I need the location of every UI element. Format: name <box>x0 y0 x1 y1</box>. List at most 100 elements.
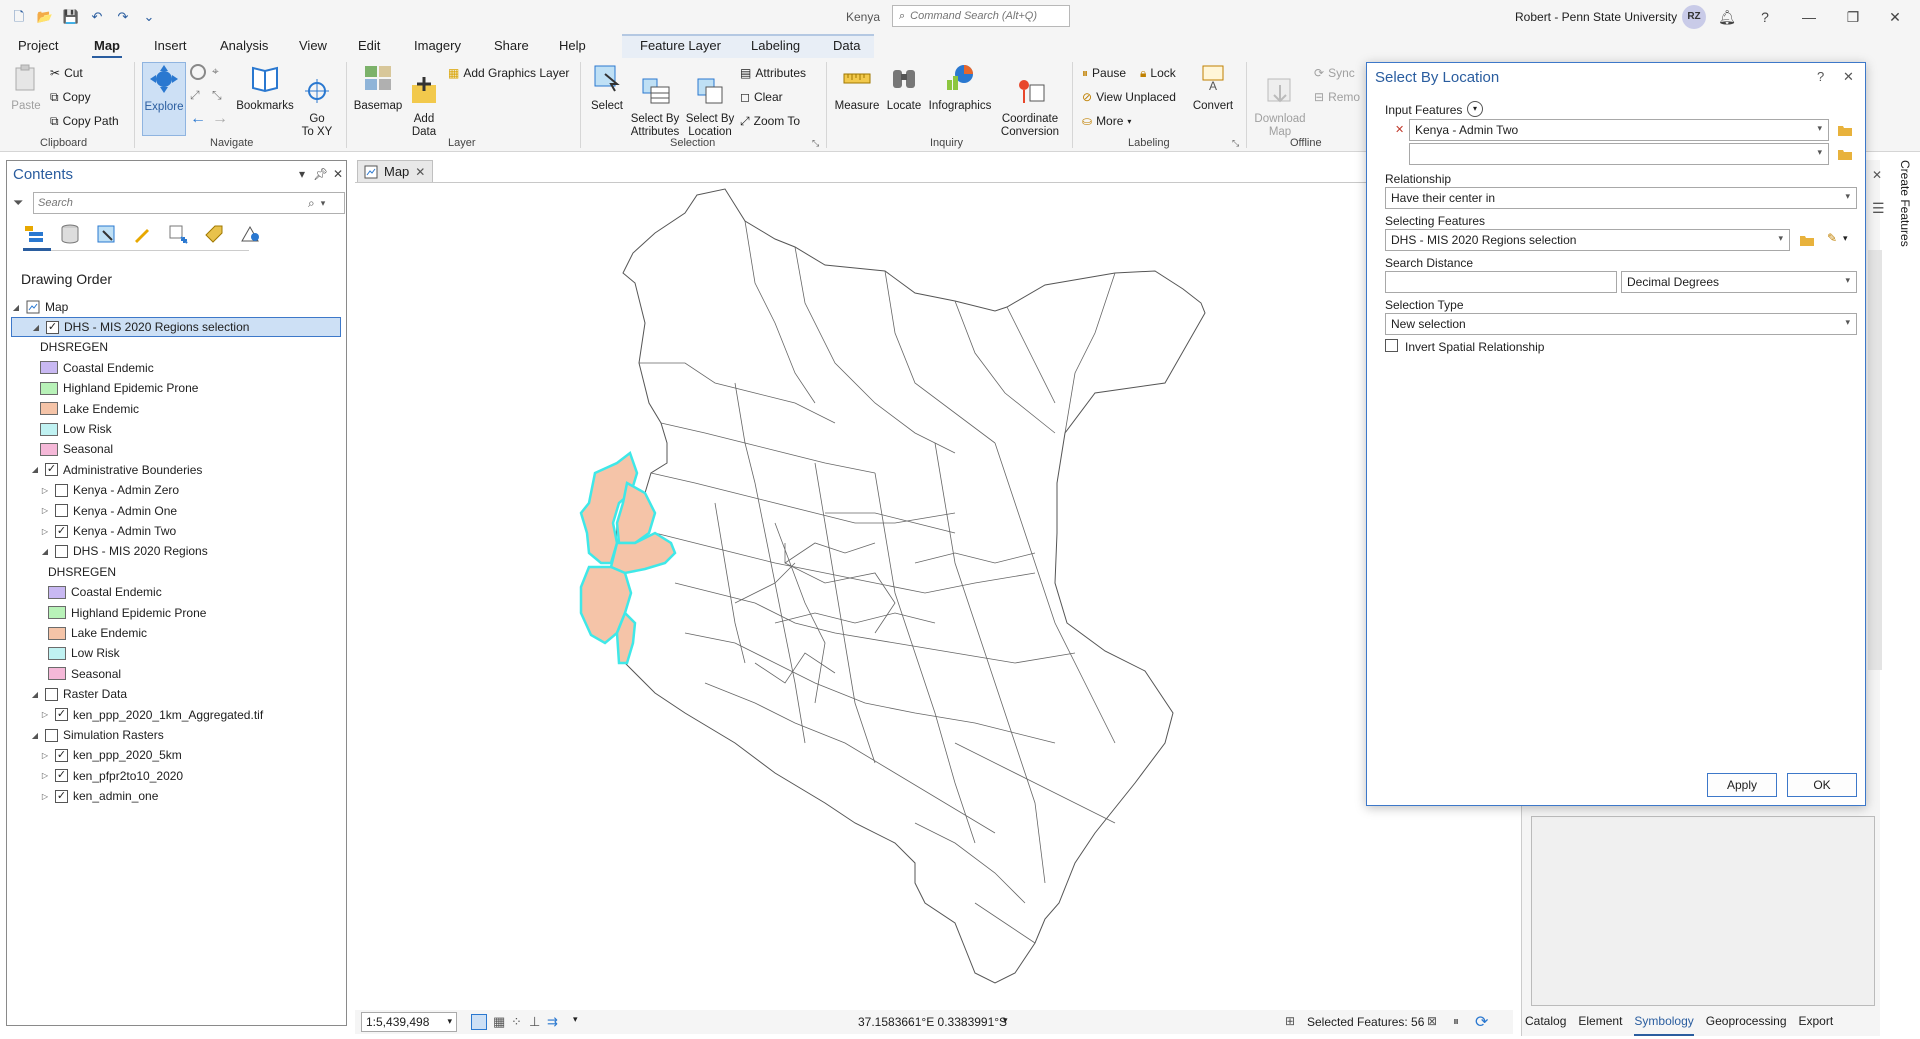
selected-features-count[interactable]: Selected Features: 56 <box>1307 1015 1424 1029</box>
tab-edit[interactable]: Edit <box>356 38 382 58</box>
list-by-source-icon[interactable] <box>59 223 81 245</box>
browse-folder-icon[interactable] <box>1799 233 1815 247</box>
layer-item[interactable]: ◢ ✓ Administrative Bounderies <box>11 460 202 480</box>
pane-menu-icon[interactable]: ☰ <box>1872 200 1885 217</box>
add-graphics-layer-button[interactable]: ▦ Add Graphics Layer <box>448 64 569 82</box>
chevron-down-icon[interactable]: ▾ <box>573 1014 578 1025</box>
expand-icon[interactable]: ▷ <box>40 792 50 801</box>
tab-insert[interactable]: Insert <box>152 38 189 58</box>
legend-item[interactable]: Seasonal <box>11 439 113 459</box>
open-project-icon[interactable]: 📂 <box>36 8 54 26</box>
previous-extent-icon[interactable]: ← <box>190 110 206 128</box>
expand-icon[interactable]: ▷ <box>40 751 50 760</box>
measure-button[interactable]: Measure <box>832 62 882 113</box>
list-by-drawing-order-icon[interactable] <box>23 223 45 245</box>
collapse-icon[interactable]: ◢ <box>11 303 21 312</box>
relationship-select[interactable]: Have their center in ▾ <box>1385 187 1857 209</box>
clear-selection-button[interactable]: ◻ Clear <box>740 88 783 106</box>
layer-visibility-checkbox[interactable] <box>45 687 58 701</box>
input-features-select[interactable]: Kenya - Admin Two ▾ <box>1409 119 1829 141</box>
tab-catalog[interactable]: Catalog <box>1525 1014 1566 1036</box>
coordinate-conversion-button[interactable]: Coordinate Conversion <box>998 62 1062 152</box>
remove-button[interactable]: ⊟ Remo <box>1314 88 1360 106</box>
tab-geoprocessing[interactable]: Geoprocessing <box>1706 1014 1787 1036</box>
legend-item[interactable]: Low Risk <box>11 643 120 663</box>
minimize-icon[interactable]: — <box>1798 6 1820 28</box>
go-to-xy-button[interactable]: Go To XY <box>300 62 334 152</box>
tab-export[interactable]: Export <box>1799 1014 1834 1036</box>
kenya-map[interactable] <box>355 183 1513 1007</box>
attributes-button[interactable]: ▤ Attributes <box>740 64 806 82</box>
add-data-button[interactable]: Add Data <box>406 62 442 152</box>
navigation-icon[interactable]: ⇉ <box>547 1014 558 1030</box>
sync-button[interactable]: ⟳ Sync <box>1314 64 1355 82</box>
refresh-icon[interactable]: ⟳ <box>1475 1012 1488 1032</box>
close-window-icon[interactable]: ✕ <box>1884 6 1906 28</box>
tab-data[interactable]: Data <box>831 38 862 58</box>
layer-item[interactable]: ▷ Kenya - Admin One <box>11 501 177 521</box>
search-distance-input[interactable] <box>1385 271 1617 293</box>
legend-item[interactable]: Highland Epidemic Prone <box>11 603 206 623</box>
labeling-options-launcher-icon[interactable]: ⤡ <box>1232 138 1239 149</box>
pause-labeling-button[interactable]: ⏸ Pause <box>1082 64 1126 82</box>
layer-visibility-checkbox[interactable]: ✓ <box>55 769 68 783</box>
bookmarks-button[interactable]: Bookmarks <box>234 62 296 113</box>
list-by-selection-icon[interactable] <box>95 223 117 245</box>
tab-map[interactable]: Map <box>92 38 122 58</box>
layer-item[interactable]: ▷ ✓ ken_ppp_2020_1km_Aggregated.tif <box>11 705 263 725</box>
layer-visibility-checkbox[interactable] <box>55 504 68 518</box>
legend-item[interactable]: Highland Epidemic Prone <box>11 378 198 398</box>
expand-icon[interactable]: ▷ <box>40 506 50 515</box>
command-search-input[interactable] <box>910 10 1051 22</box>
snapping-icon[interactable]: ⁘ <box>511 1014 522 1030</box>
customize-qat-icon[interactable]: ⌄ <box>140 8 158 26</box>
map-view[interactable] <box>355 182 1513 1006</box>
list-by-labeling-icon[interactable] <box>203 223 225 245</box>
fixed-zoom-out-icon[interactable]: ⤡ <box>212 88 222 103</box>
restore-icon[interactable]: ❐ <box>1842 6 1864 28</box>
browse-folder-icon[interactable] <box>1837 147 1853 161</box>
ok-button[interactable]: OK <box>1787 773 1857 797</box>
expand-icon[interactable]: ▷ <box>40 527 50 536</box>
next-extent-icon[interactable]: → <box>212 110 228 128</box>
browse-folder-icon[interactable] <box>1837 123 1853 137</box>
tab-help[interactable]: Help <box>557 38 588 58</box>
redo-icon[interactable]: ↷ <box>114 8 132 26</box>
layer-visibility-checkbox[interactable]: ✓ <box>45 463 58 477</box>
layer-visibility-checkbox[interactable]: ✓ <box>55 748 68 762</box>
tab-project[interactable]: Project <box>16 38 60 58</box>
view-unplaced-button[interactable]: ⊘ View Unplaced <box>1082 88 1176 106</box>
chevron-down-circle-icon[interactable]: ▾ <box>1467 101 1483 117</box>
draw-status-icon[interactable]: ⊠ <box>1427 1014 1437 1028</box>
layer-item[interactable]: ◢ Simulation Rasters <box>11 725 164 745</box>
help-icon[interactable]: ? <box>1817 69 1824 84</box>
layer-item[interactable]: ▷ Kenya - Admin Zero <box>11 480 179 500</box>
tab-symbology[interactable]: Symbology <box>1634 1014 1694 1036</box>
collapse-icon[interactable]: ◢ <box>40 547 50 556</box>
legend-item[interactable]: Low Risk <box>11 419 112 439</box>
tab-element[interactable]: Element <box>1578 1014 1622 1036</box>
infographics-button[interactable]: Infographics <box>926 62 994 113</box>
create-features-tab[interactable]: Create Features <box>1892 160 1912 270</box>
convert-labels-button[interactable]: A Convert <box>1188 62 1238 113</box>
tab-labeling[interactable]: Labeling <box>749 38 802 58</box>
paste-button[interactable]: Paste <box>8 62 44 113</box>
layer-visibility-checkbox[interactable]: ✓ <box>46 320 59 334</box>
chevron-down-icon[interactable]: ▾ <box>1003 1015 1008 1026</box>
copy-button[interactable]: ⧉ Copy <box>50 88 91 106</box>
grid-icon[interactable]: ▦ <box>493 1014 505 1030</box>
layer-item[interactable]: ◢ DHS - MIS 2020 Regions <box>11 541 208 561</box>
expand-icon[interactable]: ▷ <box>40 771 50 780</box>
select-button[interactable]: Select <box>588 62 626 113</box>
close-pane-icon[interactable]: ✕ <box>1872 168 1882 182</box>
constraints-icon[interactable]: ⊥ <box>529 1014 540 1030</box>
collapse-icon[interactable]: ◢ <box>30 465 40 474</box>
layer-visibility-checkbox[interactable]: ✓ <box>55 789 68 803</box>
expand-icon[interactable]: ▷ <box>40 710 50 719</box>
lock-labeling-button[interactable]: 🔒︎ Lock <box>1140 64 1176 82</box>
close-tab-icon[interactable]: ✕ <box>415 165 425 179</box>
copy-path-button[interactable]: ⧉ Copy Path <box>50 112 119 130</box>
legend-item[interactable]: Seasonal <box>11 664 121 684</box>
locate-button[interactable]: Locate <box>884 62 924 113</box>
list-by-perspective-imagery-icon[interactable] <box>239 223 261 245</box>
